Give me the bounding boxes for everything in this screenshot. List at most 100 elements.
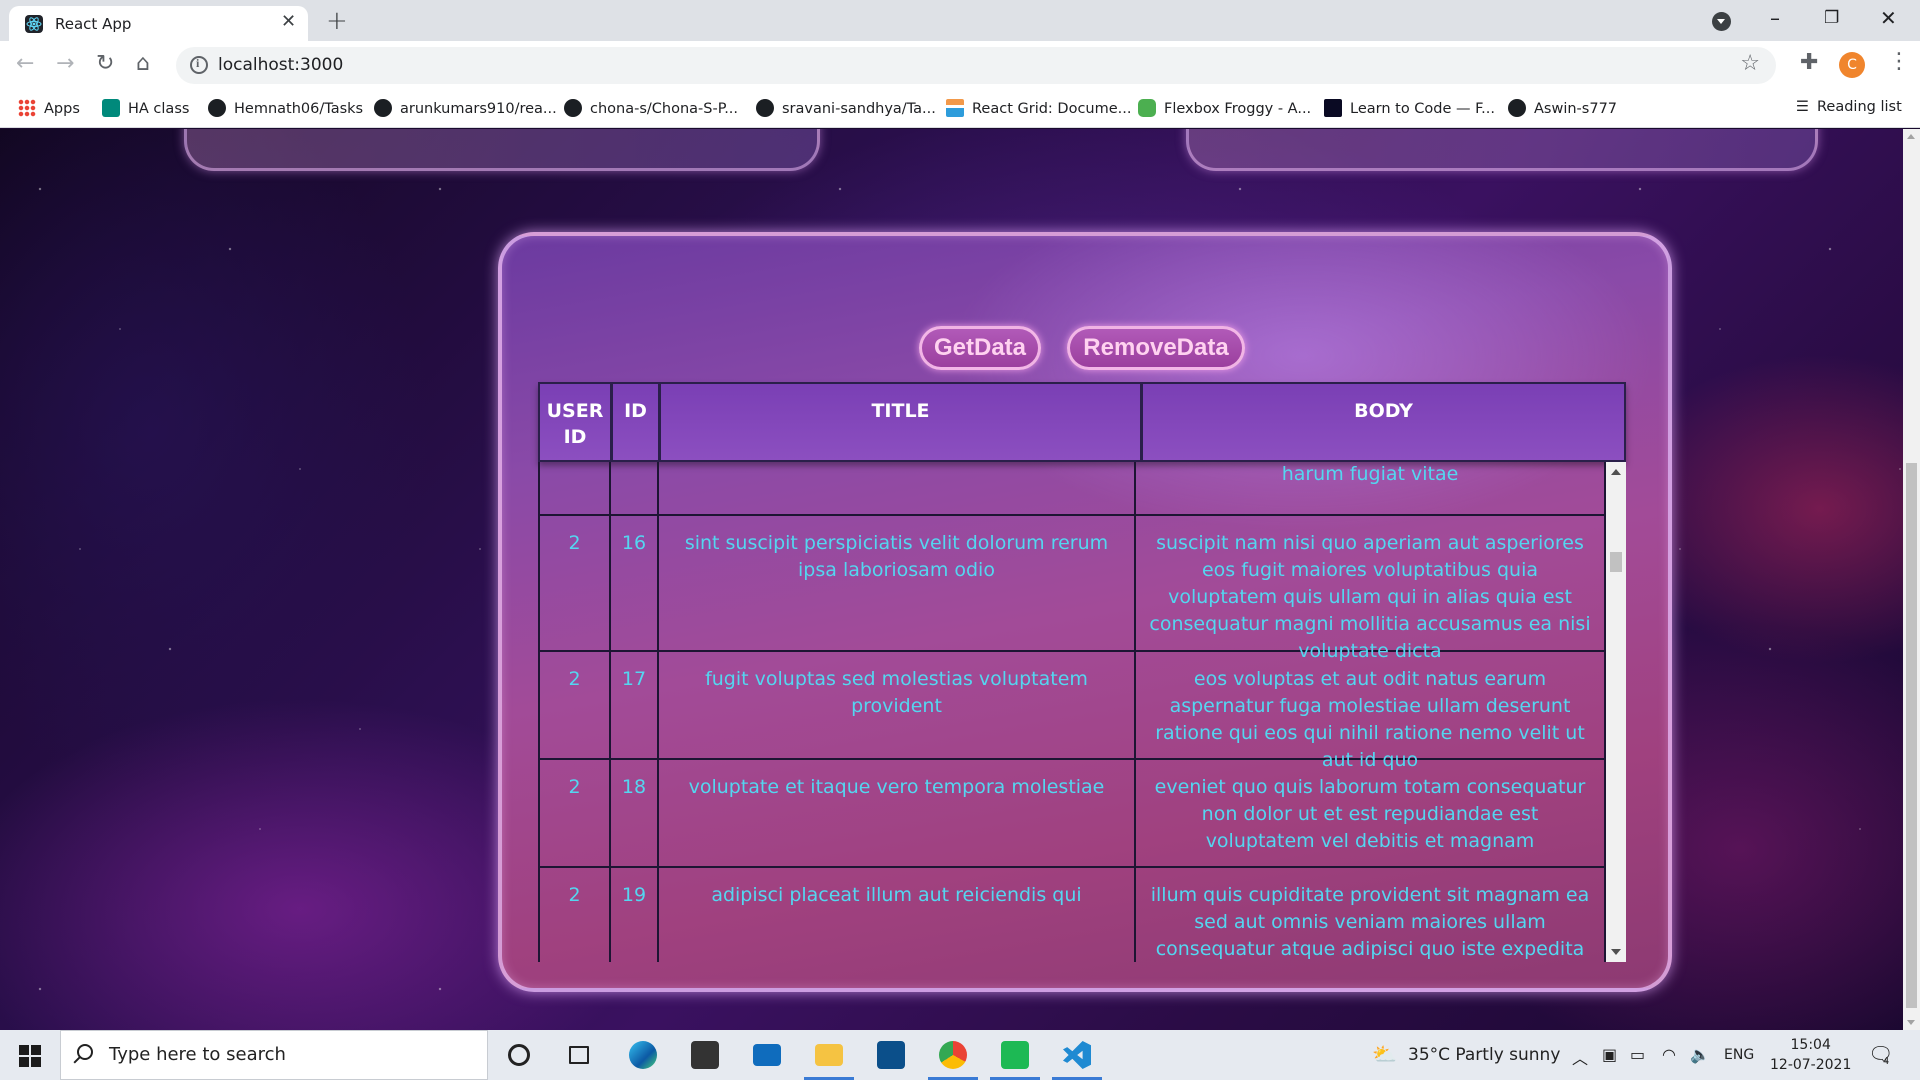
column-header-title: TITLE (661, 384, 1143, 460)
bookmark-aswin[interactable]: Aswin-s777 (1508, 99, 1617, 119)
github-icon (564, 99, 582, 117)
show-hidden-icons-icon[interactable]: ︿ (1572, 1045, 1588, 1069)
page-scroll-thumb[interactable] (1906, 463, 1917, 1008)
close-window-icon[interactable]: ✕ (1880, 6, 1897, 30)
battery-icon[interactable]: ▭ (1630, 1045, 1645, 1064)
cortana-button[interactable] (490, 1030, 548, 1080)
reload-icon[interactable]: ↻ (96, 51, 114, 76)
upper-card-left (184, 129, 820, 171)
taskbar-search[interactable]: Type here to search (60, 1030, 488, 1080)
column-header-user-id: USER ID (540, 384, 613, 460)
table-row: voluptas recusandae quis delectus offici… (538, 462, 1606, 516)
spotify-app[interactable] (986, 1030, 1044, 1080)
scroll-thumb[interactable] (1610, 552, 1622, 572)
bookmark-react-grid[interactable]: React Grid: Docume... (946, 99, 1132, 119)
notification-count: 4 (1883, 1056, 1890, 1067)
table-scrollbar[interactable] (1606, 462, 1626, 962)
table-row: 2 19 adipisci placeat illum aut reiciend… (538, 868, 1606, 962)
restore-icon[interactable]: ❐ (1824, 8, 1839, 28)
bookmark-arunkumars[interactable]: arunkumars910/rea... (374, 99, 557, 119)
bookmark-chona[interactable]: chona-s/Chona-S-P... (564, 99, 738, 119)
address-bar[interactable]: localhost:3000 ☆ (176, 47, 1776, 84)
user-id-cell: 2 (538, 760, 611, 866)
tab-strip: React App ✕ + – ❐ ✕ (0, 0, 1920, 41)
bookmark-star-icon[interactable]: ☆ (1740, 51, 1760, 76)
store-app[interactable] (676, 1030, 734, 1080)
bookmark-freecodecamp[interactable]: Learn to Code — F... (1324, 99, 1495, 119)
column-header-body: BODY (1354, 400, 1413, 422)
clock[interactable]: 15:04 12-07-2021 (1770, 1035, 1851, 1075)
home-icon[interactable]: ⌂ (136, 51, 150, 76)
bookmark-ha-class[interactable]: HA class (102, 99, 189, 119)
profile-avatar[interactable]: C (1839, 52, 1865, 78)
posts-table: USER ID ID TITLE BODY voluptas recusanda… (538, 382, 1626, 962)
site-info-icon[interactable] (190, 56, 208, 74)
reading-list[interactable]: ☰ Reading list (1796, 99, 1902, 115)
table-row: 2 17 fugit voluptas sed molestias volupt… (538, 652, 1606, 771)
wifi-icon[interactable]: ◠ (1662, 1045, 1676, 1064)
mail-app[interactable] (738, 1030, 796, 1080)
mail-icon (753, 1044, 781, 1066)
bookmark-sravani[interactable]: sravani-sandhya/Ta... (756, 99, 936, 119)
url-text[interactable]: localhost:3000 (218, 55, 343, 75)
meet-icon (102, 99, 120, 117)
column-header-id: ID (613, 384, 661, 460)
search-placeholder: Type here to search (109, 1044, 286, 1065)
file-explorer-app[interactable] (800, 1030, 858, 1080)
volume-icon[interactable]: 🔈 (1690, 1045, 1710, 1064)
bookmark-apps[interactable]: Apps (18, 99, 80, 119)
tab-close-icon[interactable]: ✕ (281, 11, 296, 32)
spotify-icon (1001, 1041, 1029, 1069)
page-scroll-up-icon[interactable] (1907, 134, 1915, 139)
edge-icon (629, 1041, 657, 1069)
browser-menu-icon[interactable]: ⋮ (1888, 49, 1910, 74)
forward-icon[interactable]: → (56, 51, 74, 76)
vscode-app[interactable] (1048, 1030, 1106, 1080)
table-header: USER ID ID TITLE BODY (538, 382, 1626, 462)
body-cell: eos voluptas et aut odit natus earum asp… (1136, 652, 1606, 771)
chrome-app[interactable] (924, 1030, 982, 1080)
upper-card-right (1186, 129, 1818, 171)
task-view-button[interactable] (550, 1030, 608, 1080)
table-body[interactable]: voluptas recusandae quis delectus offici… (538, 462, 1626, 962)
remove-data-button[interactable]: RemoveData (1067, 326, 1245, 370)
reading-list-icon: ☰ (1796, 99, 1809, 115)
get-data-button[interactable]: GetData (919, 326, 1041, 370)
scroll-up-arrow-icon[interactable] (1611, 469, 1621, 475)
bookmark-flexbox-froggy[interactable]: Flexbox Froggy - A... (1138, 99, 1311, 119)
body-cell: voluptas recusandae quis delectus offici… (1136, 462, 1606, 514)
weather-text[interactable]: 35°C Partly sunny (1408, 1045, 1560, 1065)
user-id-cell: 2 (538, 516, 611, 650)
back-icon[interactable]: ← (16, 51, 34, 76)
windows-start-icon[interactable] (19, 1045, 41, 1067)
vscode-icon (1063, 1041, 1091, 1069)
reactgrid-icon (946, 99, 964, 117)
scroll-down-arrow-icon[interactable] (1611, 949, 1621, 955)
body-cell: eveniet quo quis laborum totam consequat… (1136, 760, 1606, 866)
meet-now-icon[interactable]: ▣ (1602, 1045, 1617, 1064)
search-icon (77, 1044, 93, 1060)
clock-time: 15:04 (1790, 1037, 1831, 1053)
dell-app[interactable] (862, 1030, 920, 1080)
windows-taskbar: Type here to search ⛅ 35°C Partly sunny … (0, 1030, 1920, 1080)
page-viewport: GetData RemoveData USER ID ID TITLE BODY… (0, 129, 1903, 1030)
body-cell: illum quis cupiditate provident sit magn… (1136, 868, 1606, 962)
title-cell: adipisci placeat illum aut reiciendis qu… (659, 868, 1136, 962)
task-view-icon (569, 1046, 589, 1064)
tab-search-icon[interactable] (1712, 12, 1731, 31)
browser-toolbar: ← → ↻ ⌂ localhost:3000 ☆ ✚ C ⋮ (0, 41, 1920, 90)
edge-app[interactable] (614, 1030, 672, 1080)
bookmark-hemnath-tasks[interactable]: Hemnath06/Tasks (208, 99, 363, 119)
clock-date: 12-07-2021 (1770, 1057, 1852, 1073)
page-scrollbar[interactable] (1903, 129, 1920, 1030)
extensions-icon[interactable]: ✚ (1800, 50, 1818, 75)
notifications-icon[interactable]: 🗨 (1868, 1042, 1893, 1066)
page-scroll-down-icon[interactable] (1907, 1020, 1915, 1025)
id-cell: 18 (611, 760, 659, 866)
body-cell: suscipit nam nisi quo aperiam aut asperi… (1136, 516, 1606, 662)
new-tab-button[interactable]: + (326, 6, 348, 36)
folder-icon (815, 1044, 843, 1066)
language-indicator[interactable]: ENG (1724, 1047, 1754, 1063)
browser-tab[interactable]: React App ✕ (9, 6, 308, 41)
minimize-icon[interactable]: – (1770, 6, 1780, 30)
